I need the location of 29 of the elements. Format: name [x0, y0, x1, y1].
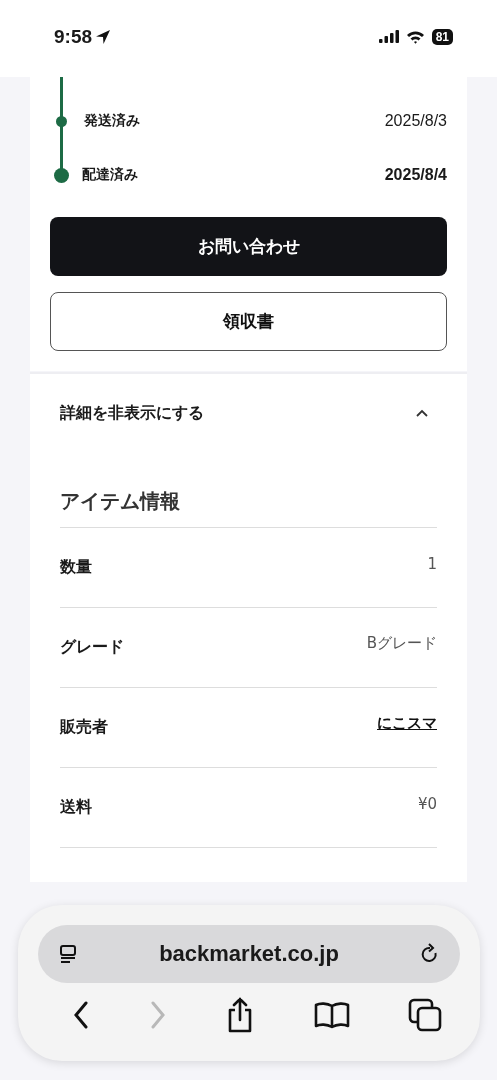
- bookmarks-icon[interactable]: [313, 1001, 350, 1029]
- info-value: 1: [427, 554, 437, 573]
- details-toggle-label[interactable]: 詳細を非表示にする: [60, 402, 204, 424]
- receipt-button[interactable]: 領収書: [50, 292, 447, 351]
- battery-level: 81: [431, 28, 453, 45]
- back-icon[interactable]: [72, 1000, 90, 1030]
- timeline-status: 発送済み: [84, 112, 141, 130]
- address-bar[interactable]: backmarket.co.jp: [38, 925, 460, 983]
- location-arrow-icon: [95, 28, 112, 45]
- info-label: 送料: [60, 797, 92, 818]
- section-title: アイテム情報: [60, 488, 437, 528]
- status-time: 9:58: [54, 25, 93, 48]
- info-label: グレード: [60, 637, 124, 658]
- url-text[interactable]: backmarket.co.jp: [159, 941, 339, 967]
- timeline-status: 配達済み: [82, 166, 139, 184]
- timeline-date: 2025/8/4: [384, 166, 447, 184]
- info-value: ¥0: [417, 794, 437, 813]
- timeline-date: 2025/8/3: [384, 112, 447, 130]
- seller-link[interactable]: にこスマ: [377, 714, 437, 733]
- reload-icon[interactable]: [420, 943, 440, 965]
- info-label: 数量: [60, 557, 92, 578]
- info-value: Bグレード: [366, 634, 437, 653]
- contact-button[interactable]: お問い合わせ: [50, 217, 447, 276]
- tabs-icon[interactable]: [408, 998, 442, 1032]
- info-label: 販売者: [60, 717, 108, 738]
- reader-icon: [58, 944, 78, 964]
- wifi-icon: [405, 29, 425, 44]
- signal-icon: [378, 30, 399, 43]
- details-toggle[interactable]: 詳細を非表示にする: [60, 374, 437, 452]
